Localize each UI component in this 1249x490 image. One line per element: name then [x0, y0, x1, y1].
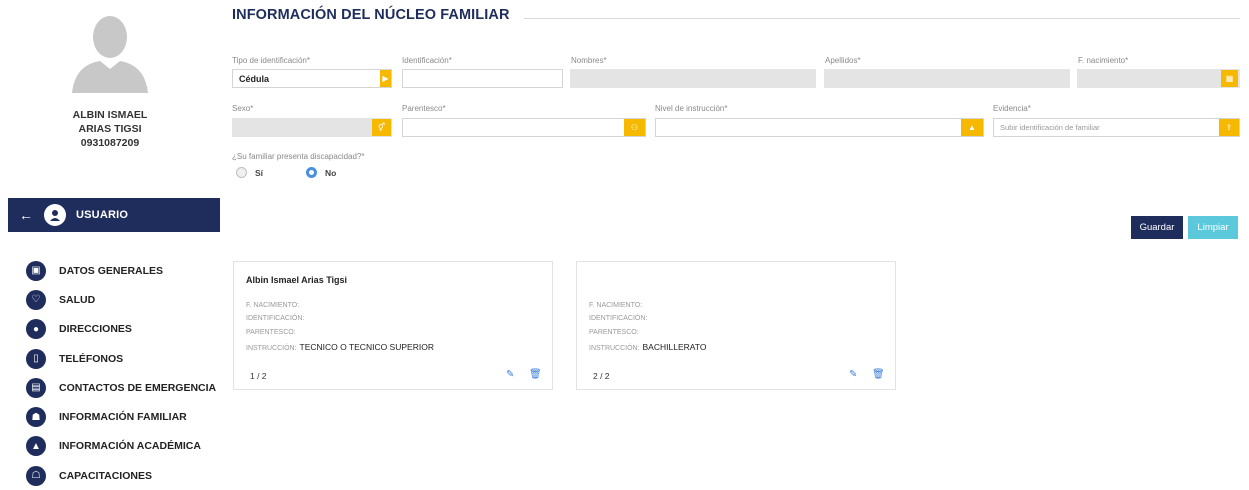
card-identificacion: IDENTIFICACIÓN:	[246, 315, 305, 322]
nivel-instruccion-select[interactable]	[655, 118, 984, 137]
card-parentesco: PARENTESCO:	[589, 329, 639, 336]
guardar-button[interactable]: Guardar	[1131, 216, 1183, 239]
radio-no-circle[interactable]	[306, 167, 317, 178]
evidencia-placeholder: Subir identificación de familiar	[1000, 123, 1100, 132]
sidebar-item-direcciones[interactable]: ● DIRECCIONES	[26, 315, 216, 344]
sidebar-item-label: CAPACITACIONES	[59, 469, 152, 482]
sexo-label: Sexo*	[232, 104, 254, 113]
f-nacimiento-input[interactable]	[1077, 69, 1240, 88]
user-icon	[44, 204, 66, 226]
identificacion-label: Identificación*	[402, 56, 452, 65]
apellidos-input[interactable]	[824, 69, 1070, 88]
card-instruccion-value: BACHILLERATO	[642, 342, 707, 352]
tipo-id-label: Tipo de identificación*	[232, 56, 310, 65]
graduation-icon: ▲	[26, 436, 46, 457]
f-nacimiento-label: F. nacimiento*	[1078, 56, 1129, 65]
sidebar-item-label: INFORMACIÓN ACADÉMICA	[59, 440, 201, 453]
card-f-nacimiento: F. NACIMIENTO:	[589, 302, 643, 309]
heart-icon: ♡	[26, 289, 46, 310]
sidebar-item-informacion-academica[interactable]: ▲ INFORMACIÓN ACADÉMICA	[26, 432, 216, 461]
family-tree-icon[interactable]: ⚇	[624, 119, 645, 136]
edit-icon[interactable]: ✎	[849, 369, 857, 380]
card-page-indicator: 2 / 2	[593, 371, 610, 381]
training-icon: ☖	[26, 465, 46, 486]
parentesco-select[interactable]	[402, 118, 646, 137]
sidebar-item-label: DIRECCIONES	[59, 323, 132, 336]
family-card: F. NACIMIENTO: IDENTIFICACIÓN: PARENTESC…	[576, 261, 896, 390]
card-member-name: Albin Ismael Arias Tigsi	[246, 275, 348, 285]
card-instruccion: INSTRUCCIÓN: BACHILLERATO	[589, 342, 707, 352]
nivel-instruccion-label: Nivel de instrucción*	[655, 104, 728, 113]
card-instruccion: INSTRUCCIÓN: TECNICO O TECNICO SUPERIOR	[246, 342, 434, 352]
sidebar-item-label: TELÉFONOS	[59, 352, 124, 365]
user-section-label: USUARIO	[76, 209, 129, 221]
apellidos-label: Apellidos*	[825, 56, 861, 65]
radio-si-label: Sí	[255, 167, 264, 178]
edit-icon[interactable]: ✎	[506, 369, 514, 380]
parentesco-label: Parentesco*	[402, 104, 446, 113]
card-identificacion: IDENTIFICACIÓN:	[589, 315, 648, 322]
sidebar-item-label: INFORMACIÓN FAMILIAR	[59, 411, 187, 424]
family-icon: ☗	[26, 407, 46, 428]
limpiar-button[interactable]: Limpiar	[1188, 216, 1238, 239]
sidebar-menu: ▣ DATOS GENERALES ♡ SALUD ● DIRECCIONES …	[26, 256, 216, 490]
back-arrow-icon[interactable]: ←	[8, 207, 44, 223]
contacts-icon: ▤	[26, 377, 46, 398]
gender-icon[interactable]: ⚥	[372, 119, 391, 136]
tipo-id-value: Cédula	[239, 73, 270, 84]
sidebar-item-informacion-familiar[interactable]: ☗ INFORMACIÓN FAMILIAR	[26, 402, 216, 431]
sidebar-item-label: DATOS GENERALES	[59, 264, 164, 277]
sidebar-item-telefonos[interactable]: ▯ TELÉFONOS	[26, 344, 216, 373]
upload-icon[interactable]: ⇪	[1219, 119, 1239, 136]
user-first-names: ALBIN ISMAEL	[72, 109, 148, 121]
sidebar: ALBIN ISMAEL ARIAS TIGSI 0931087209 ← US…	[0, 0, 220, 487]
sexo-select[interactable]	[232, 118, 392, 137]
radio-no-label: No	[325, 167, 337, 178]
card-instruccion-value: TECNICO O TECNICO SUPERIOR	[299, 342, 434, 352]
user-section-bar: ← USUARIO	[8, 198, 220, 232]
sidebar-item-salud[interactable]: ♡ SALUD	[26, 285, 216, 314]
tipo-id-select[interactable]: Cédula	[232, 69, 392, 88]
identificacion-input[interactable]	[402, 69, 563, 88]
sidebar-item-contactos-emergencia[interactable]: ▤ CONTACTOS DE EMERGENCIA	[26, 373, 216, 402]
sidebar-item-label: CONTACTOS DE EMERGENCIA	[59, 381, 217, 394]
trash-icon[interactable]: 🗑	[872, 369, 885, 380]
evidencia-upload[interactable]: Subir identificación de familiar	[993, 118, 1240, 137]
card-parentesco: PARENTESCO:	[246, 329, 296, 336]
sidebar-item-label: SALUD	[59, 293, 96, 306]
title-divider	[524, 18, 1240, 19]
card-page-indicator: 1 / 2	[250, 371, 267, 381]
sidebar-item-capacitaciones[interactable]: ☖ CAPACITACIONES	[26, 461, 216, 490]
evidencia-label: Evidencia*	[993, 104, 1031, 113]
id-card-icon: ▣	[26, 260, 46, 281]
radio-si[interactable]: Sí	[236, 167, 263, 178]
nombres-input[interactable]	[570, 69, 816, 88]
phone-icon: ▯	[26, 348, 46, 369]
page-title: INFORMACIÓN DEL NÚCLEO FAMILIAR	[232, 7, 510, 23]
radio-no[interactable]: No	[306, 167, 336, 178]
user-last-names: ARIAS TIGSI	[78, 123, 142, 135]
graduation-cap-icon[interactable]: ▲	[961, 119, 983, 136]
family-card: Albin Ismael Arias Tigsi F. NACIMIENTO: …	[233, 261, 553, 390]
radio-si-circle[interactable]	[236, 167, 247, 178]
nombres-label: Nombres*	[571, 56, 607, 65]
calendar-icon[interactable]: ▦	[1221, 70, 1238, 87]
caret-right-icon[interactable]: ▶	[380, 70, 391, 87]
user-avatar-icon	[72, 16, 148, 93]
sidebar-item-datos-generales[interactable]: ▣ DATOS GENERALES	[26, 256, 216, 285]
discapacidad-label: ¿Su familiar presenta discapacidad?*	[232, 152, 365, 161]
user-id-number: 0931087209	[80, 137, 140, 149]
trash-icon[interactable]: 🗑	[529, 369, 542, 380]
card-f-nacimiento: F. NACIMIENTO:	[246, 302, 300, 309]
location-icon: ●	[26, 319, 46, 340]
